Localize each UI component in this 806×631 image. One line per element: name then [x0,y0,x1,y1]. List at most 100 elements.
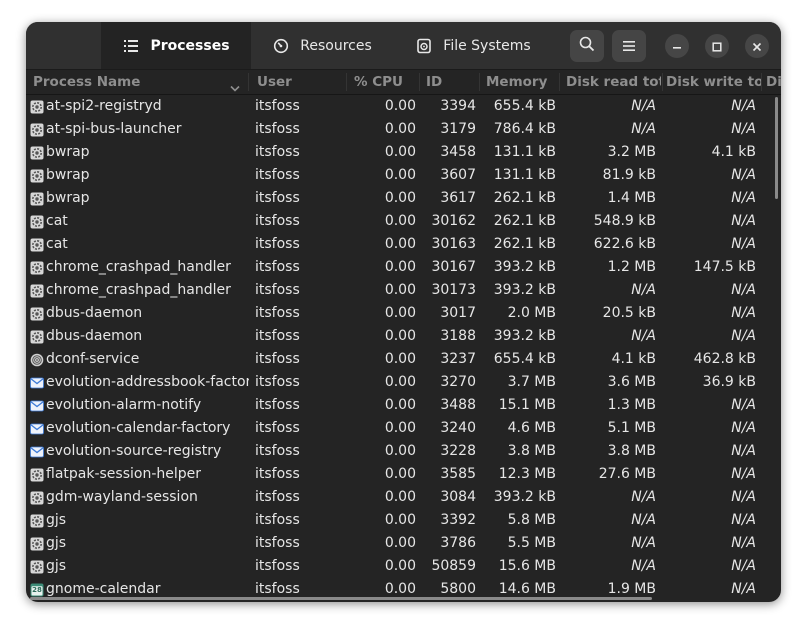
table-row[interactable]: chrome_crashpad_handler itsfoss 0.00 30173 3… [26,279,781,302]
table-row[interactable]: flatpak-session-helper itsfoss 0.00 3585 12.… [26,463,781,486]
cell-user: itsfoss [255,512,300,528]
cell-user: itsfoss [255,558,300,574]
search-button[interactable] [570,30,604,62]
cell-user: itsfoss [255,374,300,390]
table-row[interactable]: dconf-service itsfoss 0.00 3237 655.4 kB 4.1 … [26,348,781,371]
dconf-icon [30,352,44,367]
cell-process-name: bwrap [46,167,90,183]
cell-disk-write: N/A [731,213,756,229]
minimize-button[interactable] [665,34,689,58]
gear-icon [30,99,44,114]
cell-disk-read: 3.6 MB [607,374,656,390]
cell-user: itsfoss [255,167,300,183]
cell-process-name: bwrap [46,190,90,206]
column-disk-read[interactable]: Disk read total [566,70,661,94]
column-separator [248,73,249,91]
cell-disk-write: N/A [731,98,756,114]
cell-disk-write: 36.9 kB [702,374,756,390]
table-row[interactable]: bwrap itsfoss 0.00 3607 131.1 kB 81.9 kB N/A [26,164,781,187]
gear-icon [30,260,44,275]
tab-file-systems[interactable]: File Systems [393,22,553,69]
cell-disk-write: N/A [731,420,756,436]
cell-disk-read: N/A [631,98,656,114]
tab-processes[interactable]: Processes [101,22,251,69]
cell-id: 3240 [440,420,476,436]
column-header-row: Process Name User % CPU ID Memory Disk r… [26,70,781,95]
cell-cpu: 0.00 [384,282,416,298]
tab-label: Resources [300,37,372,54]
cell-disk-read: N/A [631,512,656,528]
gear-icon [30,168,44,183]
column-process-name[interactable]: Process Name [33,70,223,94]
cell-process-name: dconf-service [46,351,140,367]
gear-icon [30,559,44,574]
column-user[interactable]: User [257,70,347,94]
column-cpu[interactable]: % CPU [354,70,424,94]
table-row[interactable]: gjs itsfoss 0.00 50859 15.6 MB N/A N/A [26,555,781,578]
system-monitor-window: Processes Resources File Systems Process… [26,22,781,602]
table-row[interactable]: bwrap itsfoss 0.00 3617 262.1 kB 1.4 MB N/A [26,187,781,210]
search-icon [579,36,595,56]
table-row[interactable]: cat itsfoss 0.00 30163 262.1 kB 622.6 kB N/A [26,233,781,256]
column-disk-write[interactable]: Disk write total [666,70,762,94]
cell-process-name: at-spi2-registryd [46,98,162,114]
table-row[interactable]: bwrap itsfoss 0.00 3458 131.1 kB 3.2 MB 4.1 kB [26,141,781,164]
gauge-icon [272,37,290,55]
cell-id: 3786 [440,535,476,551]
cell-memory: 131.1 kB [493,144,556,160]
table-row[interactable]: gjs itsfoss 0.00 3392 5.8 MB N/A N/A [26,509,781,532]
tab-resources[interactable]: Resources [251,22,393,69]
column-memory[interactable]: Memory [486,70,556,94]
table-row[interactable]: evolution-calendar-factory itsfoss 0.00 324… [26,417,781,440]
table-row[interactable]: evolution-alarm-notify itsfoss 0.00 3488 15.… [26,394,781,417]
table-row[interactable]: dbus-daemon itsfoss 0.00 3188 393.2 kB N/A N/A [26,325,781,348]
cell-disk-write: N/A [731,466,756,482]
gear-icon [30,191,44,206]
list-icon [122,37,140,55]
cell-user: itsfoss [255,282,300,298]
column-separator [761,73,762,91]
table-row[interactable]: gdm-wayland-session itsfoss 0.00 3084 393.2 … [26,486,781,509]
tab-label: Processes [150,37,230,54]
cell-disk-write: N/A [731,121,756,137]
cell-user: itsfoss [255,489,300,505]
main-menu-button[interactable] [612,30,646,62]
cell-memory: 5.8 MB [507,512,556,528]
column-id[interactable]: ID [426,70,476,94]
cell-memory: 2.0 MB [507,305,556,321]
cell-process-name: chrome_crashpad_handler [46,282,231,298]
gear-icon [30,145,44,160]
table-row[interactable]: at-spi-bus-launcher itsfoss 0.00 3179 786.4 … [26,118,781,141]
table-row[interactable]: chrome_crashpad_handler itsfoss 0.00 30167 3… [26,256,781,279]
maximize-button[interactable] [705,34,729,58]
cell-process-name: at-spi-bus-launcher [46,121,182,137]
cell-disk-read: 20.5 kB [602,305,656,321]
cell-user: itsfoss [255,351,300,367]
column-separator [559,73,560,91]
table-row[interactable]: cat itsfoss 0.00 30162 262.1 kB 548.9 kB N/A [26,210,781,233]
table-row[interactable]: dbus-daemon itsfoss 0.00 3017 2.0 MB 20.5 kB N… [26,302,781,325]
cell-id: 50859 [431,558,476,574]
close-button[interactable] [745,34,769,58]
table-row[interactable]: at-spi2-registryd itsfoss 0.00 3394 655.4 kB… [26,95,781,118]
close-icon [752,37,762,56]
cell-disk-read: 1.3 MB [607,397,656,413]
cell-cpu: 0.00 [384,167,416,183]
cell-id: 3585 [440,466,476,482]
table-row[interactable]: evolution-source-registry itsfoss 0.00 3228… [26,440,781,463]
table-row[interactable]: evolution-addressbook-factory itsfoss 0.00… [26,371,781,394]
table-row[interactable]: gjs itsfoss 0.00 3786 5.5 MB N/A N/A [26,532,781,555]
cell-disk-write: N/A [731,489,756,505]
horizontal-scrollbar[interactable] [30,597,652,600]
vertical-scrollbar[interactable] [775,97,778,199]
cell-memory: 3.8 MB [507,443,556,459]
cell-cpu: 0.00 [384,420,416,436]
cell-user: itsfoss [255,535,300,551]
cell-process-name: gjs [46,558,67,574]
cell-user: itsfoss [255,420,300,436]
cell-user: itsfoss [255,305,300,321]
cell-cpu: 0.00 [384,259,416,275]
cell-cpu: 0.00 [384,121,416,137]
cell-disk-write: N/A [731,443,756,459]
column-disk-extra[interactable]: Di [766,70,781,94]
